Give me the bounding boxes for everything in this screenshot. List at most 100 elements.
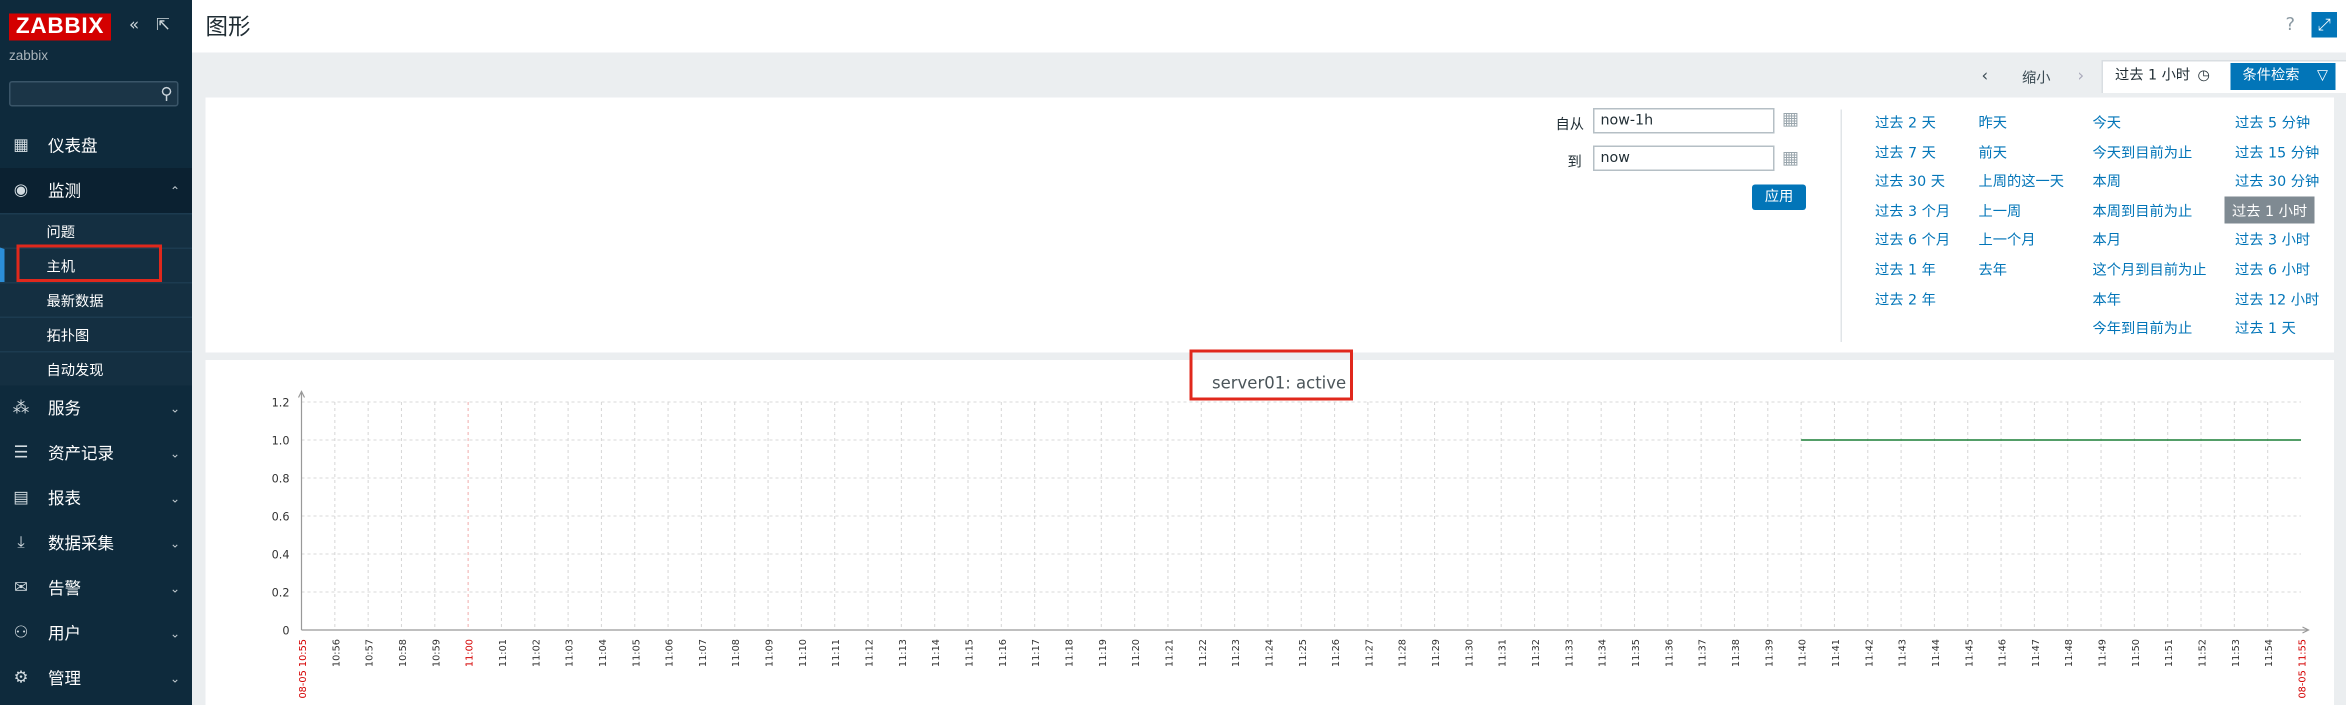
- x-tick-label: 11:45: [1964, 639, 1975, 667]
- page-header: 图形 ? ⤢: [192, 0, 2346, 53]
- quick-range-link[interactable]: 过去 1 小时: [2224, 196, 2315, 224]
- quick-range-link[interactable]: 过去 3 小时: [2235, 229, 2310, 250]
- quick-range-link[interactable]: 本周: [2093, 170, 2122, 191]
- quick-range-link[interactable]: 过去 12 小时: [2235, 287, 2319, 309]
- clock-icon: ◷: [2197, 67, 2210, 85]
- x-tick-label: 11:17: [1031, 639, 1042, 667]
- x-tick-label: 11:44: [1931, 639, 1942, 667]
- quick-range-link[interactable]: 本周到目前为止: [2093, 199, 2193, 221]
- quick-range-link[interactable]: 过去 15 分钟: [2235, 140, 2319, 162]
- filter-button[interactable]: 条件检索 ▽: [2230, 63, 2336, 90]
- y-tick-label: 1.0: [272, 435, 290, 448]
- x-tick-label: 11:26: [1331, 639, 1342, 667]
- apply-button[interactable]: 应用: [1752, 184, 1806, 210]
- menu-label: 报表: [48, 490, 81, 509]
- quick-range-link[interactable]: 过去 2 年: [1875, 287, 1936, 309]
- submenu-item-latest-data[interactable]: 最新数据: [0, 282, 192, 317]
- x-tick-label: 11:38: [1731, 639, 1742, 667]
- x-tick-label: 11:34: [1598, 639, 1609, 667]
- menu-label: 服务: [48, 400, 81, 419]
- quick-range-link[interactable]: 上周的这一天: [1979, 170, 2065, 191]
- x-tick-label: 11:43: [1898, 639, 1909, 667]
- zoom-out-button[interactable]: 缩小: [2022, 66, 2051, 88]
- kiosk-icon[interactable]: ⇱: [156, 15, 170, 35]
- quick-range-link[interactable]: 过去 5 分钟: [2235, 111, 2310, 133]
- x-tick-label: 11:54: [2264, 639, 2275, 667]
- calendar-icon[interactable]: ▦: [1782, 147, 1799, 168]
- quick-range-link[interactable]: 今天: [2093, 111, 2122, 133]
- report-icon: ▤: [13, 489, 29, 507]
- chevron-right-icon[interactable]: ›: [2078, 66, 2085, 86]
- quick-range-link[interactable]: 上一个月: [1979, 229, 2036, 250]
- x-tick-label: 11:14: [931, 639, 942, 667]
- quick-range-link[interactable]: 过去 3 个月: [1875, 199, 1950, 221]
- quick-range-link[interactable]: 昨天: [1979, 111, 2008, 133]
- search-field[interactable]: ⚲: [9, 81, 179, 107]
- filter-icon: ▽: [2317, 67, 2328, 85]
- quick-range-link[interactable]: 上一周: [1979, 199, 2022, 221]
- menu-item-reports[interactable]: ▤ 报表 ⌄: [0, 476, 192, 521]
- quick-range-link[interactable]: 过去 30 天: [1875, 170, 1945, 191]
- y-tick-label: 1.2: [272, 397, 290, 410]
- submenu-item-problems[interactable]: 问题: [0, 213, 192, 248]
- menu-item-dashboard[interactable]: ▦ 仪表盘: [0, 123, 192, 168]
- quick-range-link[interactable]: 过去 6 小时: [2235, 258, 2310, 280]
- x-tick-label: 11:47: [2031, 639, 2042, 667]
- quick-range-link[interactable]: 本年: [2093, 287, 2122, 309]
- sidebar: ZABBIX « ⇱ zabbix ⚲ ▦ 仪表盘 ◉ 监测 ⌃ 问题 主机 最新数据…: [0, 0, 192, 705]
- y-tick-label: 0.2: [272, 587, 290, 600]
- menu-item-monitoring[interactable]: ◉ 监测 ⌃: [0, 168, 192, 213]
- chevron-down-icon: ⌄: [169, 581, 180, 595]
- download-icon: ⤓: [17, 534, 25, 552]
- quick-range-link[interactable]: 过去 7 天: [1875, 140, 1936, 162]
- menu-item-services[interactable]: ⁂ 服务 ⌄: [0, 386, 192, 431]
- time-filter-panel: 自从 now-1h ▦ 到 now ▦ 应用 过去 2 天过去 7 天过去 30…: [205, 97, 2334, 353]
- quick-range-link[interactable]: 去年: [1979, 258, 2008, 280]
- quick-range-link[interactable]: 过去 6 个月: [1875, 229, 1950, 250]
- x-tick-label: 11:48: [2064, 639, 2075, 667]
- quick-range-link[interactable]: 本月: [2093, 229, 2122, 250]
- collapse-icon[interactable]: «: [129, 15, 139, 35]
- calendar-icon[interactable]: ▦: [1782, 108, 1799, 129]
- menu-label: 用户: [48, 625, 81, 644]
- chevron-down-icon: ⌄: [169, 536, 180, 550]
- x-tick-label: 11:02: [531, 639, 542, 667]
- submenu-item-maps[interactable]: 拓扑图: [0, 316, 192, 352]
- menu-label: 监测: [48, 183, 81, 201]
- help-icon[interactable]: ?: [2285, 14, 2295, 35]
- x-tick-label: 11:18: [1064, 639, 1075, 667]
- search-icon[interactable]: ⚲: [160, 84, 172, 104]
- graph-chart: 0 0.2 0.4 0.6 0.8 1.0 1.2 10:56 10:57 10:58 10:59 1…: [272, 390, 2310, 699]
- chevron-down-icon: ⌄: [169, 401, 180, 415]
- quick-range-link[interactable]: 今天到目前为止: [2093, 140, 2193, 162]
- x-start-label: 08-05 10:55: [298, 639, 309, 699]
- menu-item-inventory[interactable]: ☰ 资产记录 ⌄: [0, 431, 192, 476]
- y-tick-label: 0.6: [272, 511, 290, 524]
- x-tick-label: 10:57: [365, 639, 376, 667]
- chevron-left-icon[interactable]: ‹: [1982, 66, 1989, 86]
- x-tick-label: 11:10: [798, 639, 809, 667]
- quick-range-link[interactable]: 过去 1 年: [1875, 258, 1936, 280]
- quick-range-link[interactable]: 这个月到目前为止: [2093, 258, 2207, 280]
- mail-icon: ✉: [14, 579, 28, 597]
- menu-item-data-collection[interactable]: ⤓ 数据采集 ⌄: [0, 521, 192, 566]
- x-tick-label: 11:40: [1798, 639, 1809, 667]
- menu-item-alerts[interactable]: ✉ 告警 ⌄: [0, 566, 192, 611]
- submenu-item-discovery[interactable]: 自动发现: [0, 351, 192, 386]
- to-input[interactable]: now: [1593, 145, 1775, 171]
- menu-item-users[interactable]: ⚇ 用户 ⌄: [0, 611, 192, 656]
- x-tick-label: 11:37: [1698, 639, 1709, 667]
- quick-range-link[interactable]: 今年到目前为止: [2093, 317, 2193, 338]
- quick-range-link[interactable]: 前天: [1979, 140, 2008, 162]
- quick-range-link[interactable]: 过去 1 天: [2235, 317, 2296, 338]
- fullscreen-icon[interactable]: ⤢: [2311, 12, 2337, 38]
- quick-range-link[interactable]: 过去 2 天: [1875, 111, 1936, 133]
- x-tick-label: 11:41: [1831, 639, 1842, 667]
- x-tick-label: 11:42: [1864, 639, 1875, 667]
- x-tick-label: 11:31: [1498, 639, 1509, 667]
- zabbix-logo[interactable]: ZABBIX: [9, 13, 111, 41]
- menu-item-administration[interactable]: ⚙ 管理 ⌄: [0, 656, 192, 701]
- quick-range-link[interactable]: 过去 30 分钟: [2235, 170, 2319, 191]
- x-tick-label: 11:21: [1164, 639, 1175, 667]
- from-input[interactable]: now-1h: [1593, 108, 1775, 134]
